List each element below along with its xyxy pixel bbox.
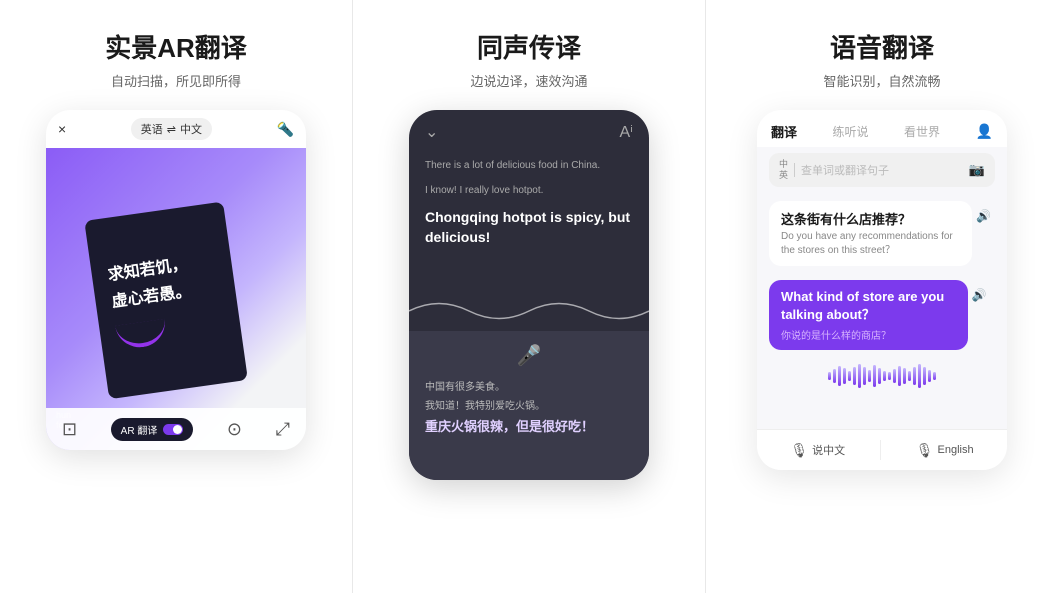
panel-ar: 实景AR翻译 自动扫描，所见即所得 × 英语 ⇌ 中文 🔦 求知若饥， 虚心若愚… <box>0 0 353 593</box>
mic-en-label: English <box>938 444 974 456</box>
ar-fullscreen-icon[interactable]: ⤢ <box>276 419 290 440</box>
waveform-bar <box>828 372 831 380</box>
simul-mic-icon[interactable]: 🎤 <box>517 343 542 368</box>
waveform-bar <box>893 369 896 383</box>
ar-lang-selector[interactable]: 英语 ⇌ 中文 <box>131 118 212 140</box>
waveform-bar <box>928 370 931 382</box>
simul-wave-divider <box>409 291 649 331</box>
waveform-bar <box>858 364 861 388</box>
waveform-bar <box>883 371 886 381</box>
waveform-bar <box>898 366 901 386</box>
bubble1-sound-icon[interactable]: 🔊 <box>976 209 991 223</box>
panel-simultaneous: 同声传译 边说边译，速效沟通 ⌄ Aⁱ There is a lot of de… <box>353 0 706 593</box>
simul-msg-1: There is a lot of delicious food in Chin… <box>425 158 633 173</box>
ar-book-smile-decoration <box>115 319 168 351</box>
waveform-bar <box>853 367 856 385</box>
camera-icon[interactable]: 📷 <box>969 162 985 178</box>
chat-item-en-answer: What kind of store are you talking about… <box>769 280 995 356</box>
tab-world[interactable]: 看世界 <box>904 123 940 140</box>
en-answer-cn: 你说的是什么样的商店？ <box>781 327 956 342</box>
en-answer-bubble: What kind of store are you talking about… <box>769 280 968 350</box>
simul-settings-icon[interactable]: Aⁱ <box>619 122 633 142</box>
simul-chevron-icon[interactable]: ⌄ <box>425 122 438 142</box>
voice-bottom-bar: 🎙 说中文 🎙 English <box>757 429 1007 470</box>
ar-camera-view: 求知若饥， 虚心若愚。 hun fo <box>46 148 306 450</box>
close-icon[interactable]: × <box>58 121 66 137</box>
simul-cn-msg1: 中国有很多美食。 <box>425 378 505 393</box>
ar-badge[interactable]: AR 翻译 <box>111 418 194 441</box>
cn-question-text: 这条街有什么店推荐？ <box>781 209 960 228</box>
bubble2-sound-icon[interactable]: 🔊 <box>972 288 987 302</box>
simul-cn-msg2: 我知道！我特别爱吃火锅。 <box>425 397 545 412</box>
waveform-bar <box>918 364 921 388</box>
lang-arrow: ⇌ <box>167 123 176 136</box>
waveform-bar <box>833 369 836 383</box>
simul-conversation: There is a lot of delicious food in Chin… <box>409 150 649 291</box>
waveform-bar <box>933 372 936 380</box>
simul-top-bar: ⌄ Aⁱ <box>409 110 649 150</box>
ar-gallery-icon[interactable]: ⊡ <box>62 419 77 440</box>
waveform-bar <box>878 368 881 384</box>
simul-phone-mockup: ⌄ Aⁱ There is a lot of delicious food in… <box>409 110 649 480</box>
ar-bottom-bar: ⊡ AR 翻译 ⊙ ⤢ <box>46 408 306 450</box>
mic-cn-button[interactable]: 🎙 说中文 <box>790 442 845 459</box>
voice-tabs: 翻译 练听说 看世界 👤 <box>757 110 1007 147</box>
simul-msg-2: I know! I really love hotpot. <box>425 183 633 198</box>
waveform-bar <box>923 367 926 385</box>
voice-chat-area: 这条街有什么店推荐？ Do you have any recommendatio… <box>757 193 1007 429</box>
waveform-bar <box>873 365 876 387</box>
tab-listen[interactable]: 练听说 <box>833 123 869 140</box>
flashlight-icon[interactable]: 🔦 <box>277 121 294 138</box>
panel2-title: 同声传译 <box>477 28 581 65</box>
waveform-bar <box>848 371 851 381</box>
waveform-bar <box>868 370 871 382</box>
waveform-bar <box>838 366 841 386</box>
ar-camera-icon[interactable]: ⊙ <box>227 419 242 440</box>
lang-to: 中文 <box>180 121 202 137</box>
mic-en-icon: 🎙 <box>916 442 934 459</box>
mic-cn-label: 说中文 <box>812 442 845 458</box>
simul-msg2-text: I know! I really love hotpot. <box>425 183 633 198</box>
search-divider <box>794 163 795 177</box>
simul-bottom-half: 🎤 中国有很多美食。 我知道！我特别爱吃火锅。 重庆火锅很辣，但是很好吃！ <box>409 331 649 480</box>
simul-msg3-bold: Chongqing hotpot is spicy, but delicious… <box>425 208 633 247</box>
simul-msg-3: Chongqing hotpot is spicy, but delicious… <box>425 208 633 247</box>
waveform-bar <box>863 367 866 385</box>
voice-search-bar[interactable]: 中 英 查单词或翻译句子 📷 <box>769 153 995 187</box>
tab-translate[interactable]: 翻译 <box>771 122 797 141</box>
en-answer-text: What kind of store are you talking about… <box>781 288 956 324</box>
waveform-bar <box>913 367 916 385</box>
panel3-title: 语音翻译 <box>830 28 934 65</box>
ar-toggle[interactable] <box>163 424 183 435</box>
mic-cn-icon: 🎙 <box>790 442 808 459</box>
waveform-bar <box>908 371 911 381</box>
panel2-subtitle: 边说边译，速效沟通 <box>470 71 587 90</box>
lang-from: 英语 <box>141 121 163 137</box>
mic-en-button[interactable]: 🎙 English <box>916 442 974 459</box>
panel1-subtitle: 自动扫描，所见即所得 <box>111 71 241 90</box>
voice-waveform <box>781 362 983 390</box>
panel1-title: 实景AR翻译 <box>105 28 247 65</box>
voice-phone-mockup: 翻译 练听说 看世界 👤 中 英 查单词或翻译句子 📷 这条街有什么店推荐？ D… <box>757 110 1007 470</box>
simul-cn-msg3: 重庆火锅很辣，但是很好吃！ <box>425 416 594 435</box>
ar-book: 求知若饥， 虚心若愚。 <box>73 187 279 410</box>
cn-question-bubble: 这条街有什么店推荐？ Do you have any recommendatio… <box>769 201 972 266</box>
user-icon[interactable]: 👤 <box>976 123 993 140</box>
search-lang-indicator: 中 英 <box>779 159 788 181</box>
ar-badge-label: AR 翻译 <box>121 422 158 437</box>
cn-question-en: Do you have any recommendations for the … <box>781 230 960 258</box>
ar-top-bar: × 英语 ⇌ 中文 🔦 <box>46 110 306 148</box>
ar-phone-mockup: × 英语 ⇌ 中文 🔦 求知若饥， 虚心若愚。 hun fo <box>46 110 306 450</box>
waveform-bar <box>843 368 846 384</box>
waveform-bar <box>888 372 891 380</box>
waveform-bar <box>903 368 906 384</box>
panel3-subtitle: 智能识别，自然流畅 <box>823 71 940 90</box>
panel-voice: 语音翻译 智能识别，自然流畅 翻译 练听说 看世界 👤 中 英 查单词或翻译句子… <box>706 0 1058 593</box>
ar-book-front: 求知若饥， 虚心若愚。 <box>84 202 248 400</box>
simul-msg1-text: There is a lot of delicious food in Chin… <box>425 158 633 173</box>
bottom-divider <box>880 440 881 460</box>
search-placeholder[interactable]: 查单词或翻译句子 <box>801 162 963 178</box>
chat-item-cn-question: 这条街有什么店推荐？ Do you have any recommendatio… <box>769 201 995 272</box>
